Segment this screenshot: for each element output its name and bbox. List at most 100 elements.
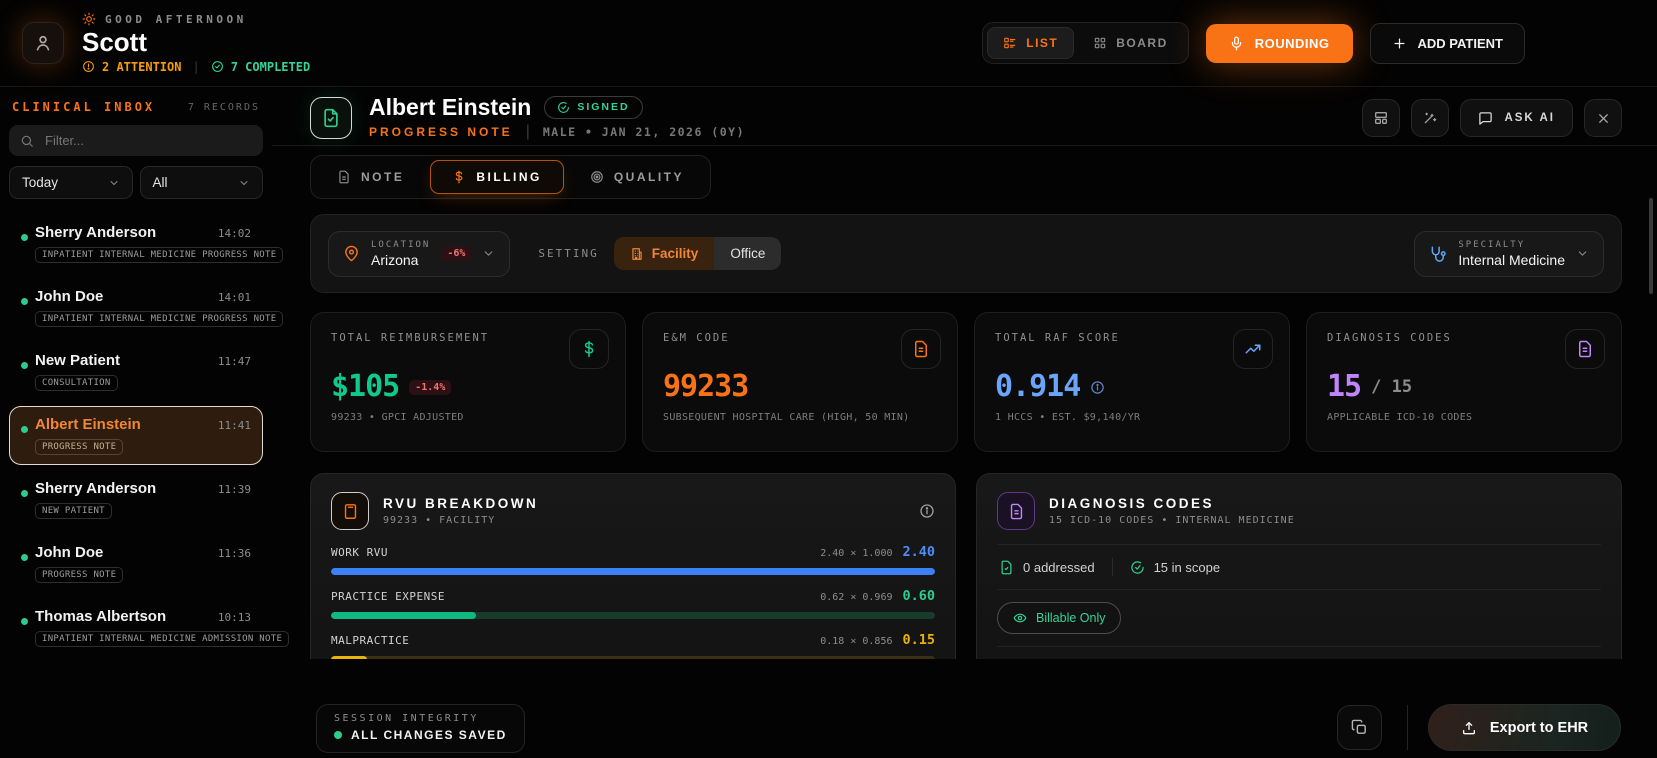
main-content: Albert Einstein SIGNED PROGRESS NOTE | M… [272,87,1657,758]
info-icon[interactable] [1090,380,1105,395]
setting-office-option[interactable]: Office [714,237,781,270]
check-circle-icon [211,60,224,73]
tab-billing[interactable]: BILLING [430,160,564,194]
rvu-progress-bar [331,568,935,575]
panel-title: DIAGNOSIS CODES [1049,496,1295,511]
rvu-formula: 0.62 × 0.969 [820,592,892,603]
close-button[interactable] [1584,99,1622,137]
patient-list-item[interactable]: John Doe14:01 INPATIENT INTERNAL MEDICIN… [9,278,263,337]
rounding-button[interactable]: ROUNDING [1206,24,1353,63]
upload-icon [1461,720,1477,736]
sun-icon [82,12,96,26]
patient-list-item[interactable]: Thomas Albertson10:13 INPATIENT INTERNAL… [9,598,263,657]
board-view-button[interactable]: BOARD [1077,27,1184,59]
facility-label: Facility [652,246,699,261]
specialty-dropdown[interactable]: SPECIALTY Internal Medicine [1414,231,1604,277]
patient-header: Albert Einstein SIGNED PROGRESS NOTE | M… [272,87,1657,146]
rvu-label: MALPRACTICE [331,634,409,647]
export-label: Export to EHR [1490,720,1588,736]
status-dot [21,362,28,369]
rvu-value: 2.40 [902,544,935,560]
tab-billing-label: BILLING [476,170,542,184]
location-label: LOCATION [371,240,430,250]
alert-circle-icon [82,60,95,73]
tab-note[interactable]: NOTE [315,160,426,194]
filter-selects: Today All [9,166,263,199]
chat-bubble-icon [1478,111,1493,126]
dollar-icon [569,329,609,369]
attention-count: 2 ATTENTION [102,60,181,74]
info-icon[interactable] [919,503,935,519]
specialty-value: Internal Medicine [1458,252,1565,268]
stat-value: $105 [331,372,399,402]
date-filter-select[interactable]: Today [9,166,133,199]
status-row: 2 ATTENTION | 7 COMPLETED [82,60,310,74]
patient-time: 14:02 [218,227,251,240]
status-dot [21,426,28,433]
patient-note-badge: INPATIENT INTERNAL MEDICINE PROGRESS NOT… [35,247,283,263]
rvu-label: WORK RVU [331,546,388,559]
in-scope-stat: 15 in scope [1130,560,1221,575]
type-filter-select[interactable]: All [140,166,264,199]
status-dot [21,618,28,625]
stethoscope-icon [1429,245,1447,263]
office-label: Office [730,246,765,261]
location-dropdown[interactable]: LOCATION Arizona -6% [328,231,510,277]
add-patient-label: ADD PATIENT [1418,36,1503,51]
copy-button[interactable] [1337,705,1382,750]
scrollbar-thumb[interactable] [1649,198,1653,294]
magic-wand-button[interactable] [1411,99,1449,137]
map-pin-icon [343,245,360,262]
note-type-label: PROGRESS NOTE [369,125,513,139]
clinical-inbox-sidebar: CLINICAL INBOX 7 RECORDS Today All [0,87,272,758]
patient-list-item-selected[interactable]: Albert Einstein11:41 PROGRESS NOTE [9,406,263,465]
patient-time: 11:41 [218,419,251,432]
session-status-label: ALL CHANGES SAVED [351,728,507,742]
layout-panels-icon [1373,110,1389,126]
file-text-icon [997,492,1035,530]
layout-toggle-button[interactable] [1362,99,1400,137]
diagnosis-code-row[interactable]: I21.9 Acute Coronary Syndrome (STEMI vs … [997,646,1601,659]
patient-note-badge: PROGRESS NOTE [35,567,123,583]
person-icon [33,33,53,53]
stat-title: TOTAL RAF SCORE [995,332,1269,344]
rvu-label: PRACTICE EXPENSE [331,590,445,603]
ask-ai-label: ASK AI [1504,112,1555,124]
board-icon [1093,36,1107,50]
export-to-ehr-button[interactable]: Export to EHR [1428,704,1621,751]
type-filter-value: All [153,175,168,190]
patient-list: Sherry Anderson14:02 INPATIENT INTERNAL … [9,214,263,657]
layout: CLINICAL INBOX 7 RECORDS Today All [0,87,1657,758]
list-view-button[interactable]: LIST [987,27,1074,59]
panel-subtitle: 15 ICD-10 CODES • INTERNAL MEDICINE [1049,515,1295,526]
patient-list-item[interactable]: Sherry Anderson14:02 INPATIENT INTERNAL … [9,214,263,273]
rvu-breakdown-panel: RVU BREAKDOWN 99233 • FACILITY WORK RVU … [310,473,956,659]
filter-input[interactable] [43,132,252,149]
filter-search-box[interactable] [9,125,263,156]
status-dot [21,490,28,497]
search-icon [20,134,34,148]
user-avatar[interactable] [22,22,64,64]
setting-facility-option[interactable]: Facility [614,237,715,270]
greeting-text: GOOD AFTERNOON [105,13,247,26]
billing-settings-bar: LOCATION Arizona -6% SETTING Facility Of… [310,214,1622,293]
ask-ai-button[interactable]: ASK AI [1460,99,1573,137]
close-icon [1596,111,1611,126]
stat-subtitle: APPLICABLE ICD-10 CODES [1327,412,1601,423]
patient-list-item[interactable]: New Patient11:47 CONSULTATION [9,342,263,401]
divider [1112,558,1113,576]
patient-note-badge: INPATIENT INTERNAL MEDICINE ADMISSION NO… [35,631,289,647]
patient-demographics: MALE • JAN 21, 2026 (0Y) [543,125,745,139]
patient-name: John Doe [35,544,103,561]
patient-header-actions: ASK AI [1362,99,1622,137]
board-view-label: BOARD [1116,36,1168,50]
billable-only-toggle[interactable]: Billable Only [997,602,1121,634]
patient-list-item[interactable]: John Doe11:36 PROGRESS NOTE [9,534,263,593]
trending-up-icon [1233,329,1273,369]
stat-cards-row: TOTAL REIMBURSEMENT $105 -1.4% 99233 • G… [310,312,1622,452]
add-patient-button[interactable]: ADD PATIENT [1370,23,1525,64]
rvu-value: 0.60 [902,588,935,604]
billable-only-label: Billable Only [1036,611,1105,625]
tab-quality[interactable]: QUALITY [568,160,706,194]
patient-list-item[interactable]: Sherry Anderson11:39 NEW PATIENT [9,470,263,529]
